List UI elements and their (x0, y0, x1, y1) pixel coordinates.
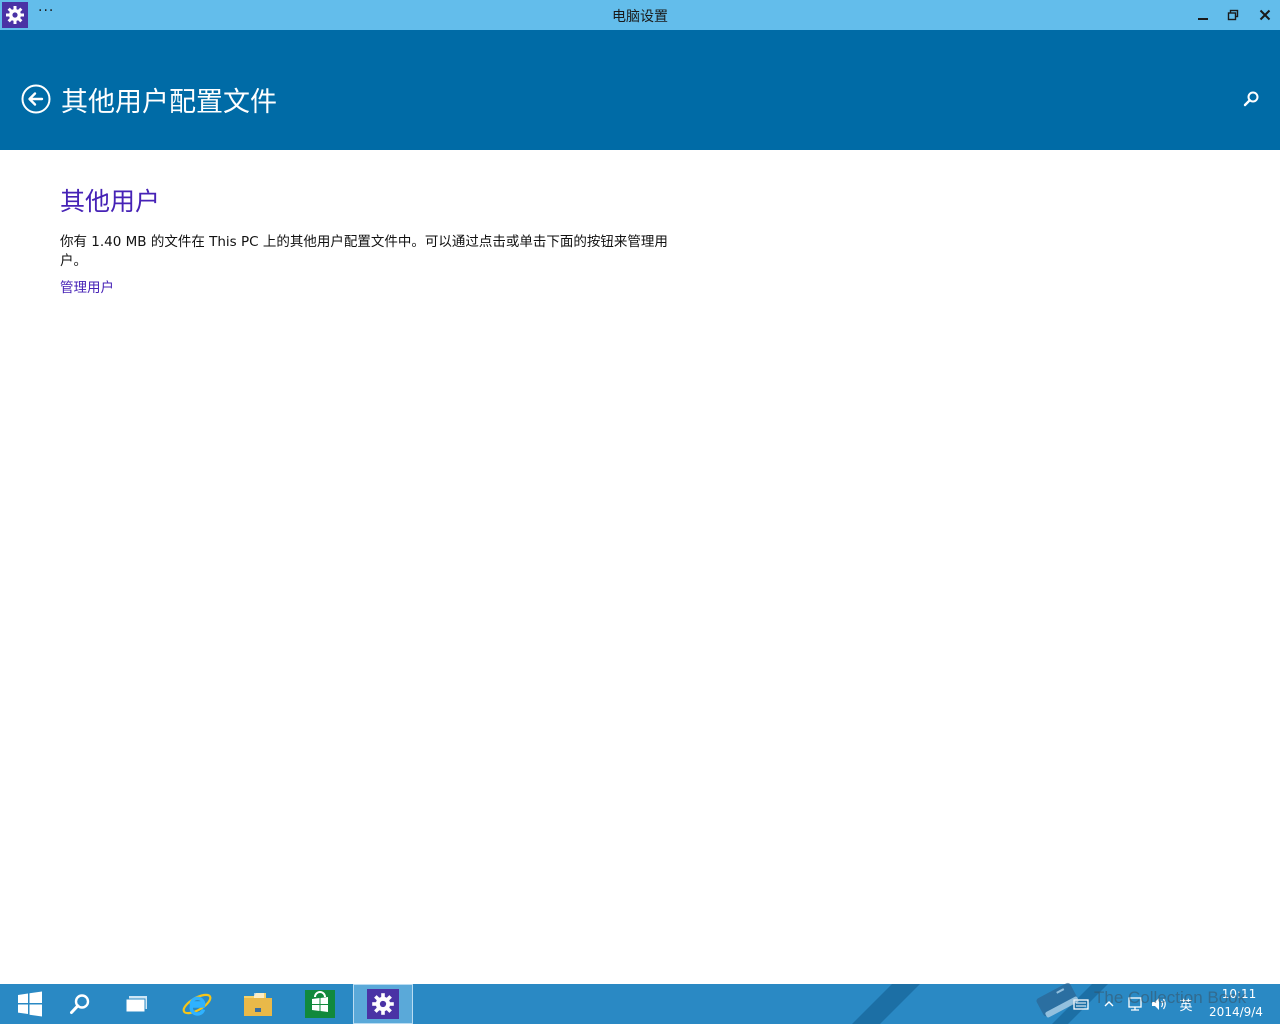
more-options-button[interactable]: ··· (38, 3, 54, 19)
ie-icon (182, 993, 212, 1016)
gear-icon (6, 6, 24, 24)
folder-icon (244, 993, 272, 1016)
description-text: 你有 1.40 MB 的文件在 This PC 上的其他用户配置文件中。可以通过… (60, 234, 668, 269)
store-icon (305, 990, 335, 1018)
back-button[interactable] (21, 84, 51, 114)
minimize-icon (1198, 18, 1208, 20)
title-bar: ··· 电脑设置 (0, 0, 1280, 30)
window-title: 电脑设置 (612, 9, 668, 25)
gear-icon (372, 993, 394, 1015)
pc-settings-tile (367, 989, 399, 1019)
show-hidden-icons-icon[interactable] (1100, 994, 1118, 1014)
page-header: 其他用户配置文件 (0, 30, 1280, 150)
manage-users-link[interactable]: 管理用户 (60, 276, 114, 296)
internet-explorer-button[interactable] (167, 984, 227, 1024)
network-icon[interactable] (1126, 994, 1144, 1014)
clock-time[interactable]: 10:11 (1206, 987, 1272, 1001)
section-heading: 其他用户 (60, 187, 161, 216)
minimize-button[interactable] (1188, 0, 1218, 30)
store-button[interactable] (290, 984, 350, 1024)
app-gear-icon[interactable] (2, 2, 28, 28)
task-view-icon (125, 996, 147, 1013)
volume-icon[interactable] (1150, 994, 1168, 1014)
close-icon (1259, 9, 1271, 21)
pc-settings-button[interactable] (353, 984, 413, 1024)
page-title: 其他用户配置文件 (61, 87, 277, 118)
task-view-button[interactable] (107, 984, 167, 1024)
search-icon (1243, 91, 1259, 107)
restore-icon (1227, 9, 1239, 21)
close-button[interactable] (1250, 0, 1280, 30)
ime-indicator[interactable]: 英 (1177, 994, 1195, 1014)
file-explorer-button[interactable] (228, 984, 288, 1024)
restore-button[interactable] (1218, 0, 1248, 30)
search-icon (70, 994, 90, 1014)
search-button[interactable] (1240, 88, 1262, 110)
windows-logo-icon (18, 991, 42, 1017)
keyboard-icon[interactable] (1072, 994, 1090, 1014)
taskbar: 英 10:11 2014/9/4 (0, 984, 1280, 1024)
taskbar-stripe-decoration (852, 984, 920, 1024)
search-button[interactable] (50, 984, 110, 1024)
back-arrow-icon (21, 84, 51, 114)
clock-date[interactable]: 2014/9/4 (1200, 1005, 1272, 1019)
